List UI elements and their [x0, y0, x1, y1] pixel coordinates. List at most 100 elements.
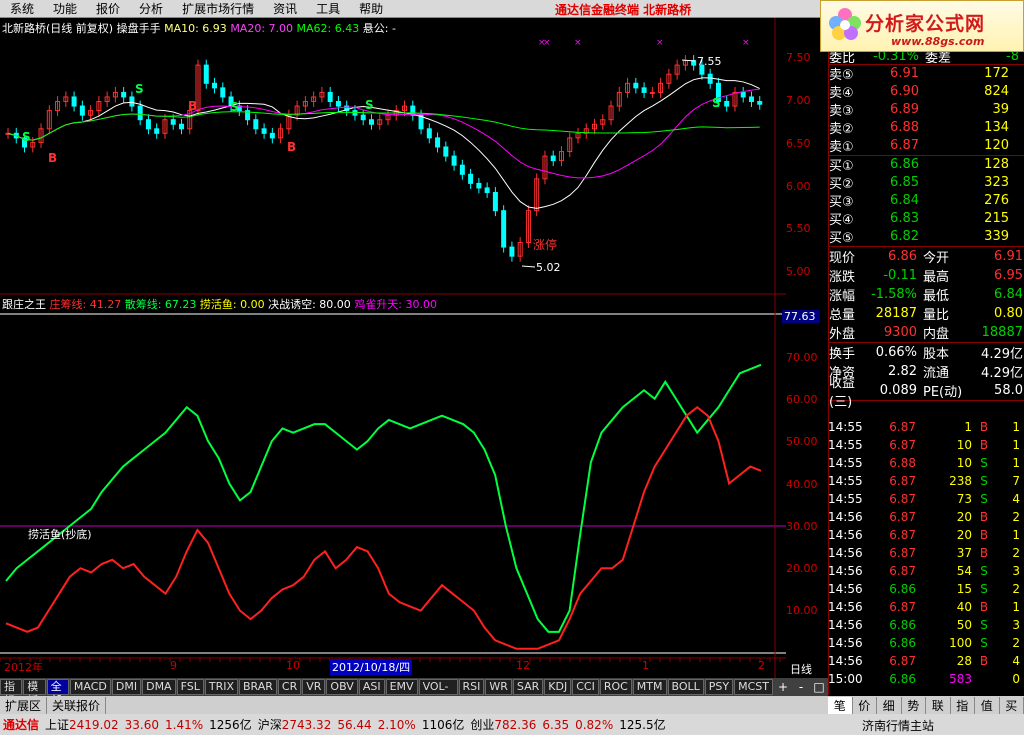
indicator-tab-rsi[interactable]: RSI [458, 679, 485, 695]
kline-chart[interactable]: SBSB SBS S×× × × ×7.555.02涨停捞活鱼(抄底) [0, 18, 786, 678]
candle-body [145, 119, 151, 130]
price-axis: 7.50 7.00 6.50 6.00 5.50 5.00 77.63 70.0… [782, 18, 828, 678]
tick-row[interactable]: 14:55 6.87 238 S 7 [828, 472, 1024, 490]
indicator-tab-vol-tdx[interactable]: VOL-TDX [418, 679, 458, 707]
right-tab-6[interactable]: 值 [975, 696, 1000, 714]
stat-value: 28187 [875, 306, 917, 321]
indicator-tab-macd[interactable]: MACD [69, 679, 111, 695]
indicator-tab-kdj[interactable]: KDJ [544, 679, 572, 695]
cy-label[interactable]: 创业 [470, 716, 494, 733]
tab-related-quote[interactable]: 关联报价 [47, 696, 107, 714]
tick-row[interactable]: 14:56 6.87 20 B 2 [828, 508, 1024, 526]
stat-value: 0.80 [994, 306, 1023, 321]
indicator-tab-fsl[interactable]: FSL [176, 679, 204, 695]
candle-body [170, 119, 176, 125]
tick-row[interactable]: 14:56 6.86 15 S 2 [828, 580, 1024, 598]
bid-row[interactable]: 买② 6.85 323 [829, 174, 1024, 192]
indicator-tab-roc[interactable]: ROC [599, 679, 632, 695]
indicator-tab-asi[interactable]: ASI [358, 679, 385, 695]
right-tab-7[interactable]: 买 [1000, 696, 1024, 714]
tick-row[interactable]: 14:56 6.87 37 B 2 [828, 544, 1024, 562]
axis-label: 6.50 [786, 137, 811, 150]
tick-row[interactable]: 15:00 6.86 583 0 [828, 670, 1024, 688]
tick-row[interactable]: 14:56 6.87 20 B 1 [828, 526, 1024, 544]
bid-row[interactable]: 买⑤ 6.82 339 [829, 228, 1024, 246]
bid-row[interactable]: 买③ 6.84 276 [829, 192, 1024, 210]
tick-row[interactable]: 14:55 6.87 1 B 1 [828, 418, 1024, 436]
right-tab-4[interactable]: 联 [926, 696, 951, 714]
chart-area[interactable]: S B S B S B S S × × × × × 7.55 5.02 涨停 捞活鱼(抄底) 北新路桥(日线 前… [0, 18, 786, 678]
indicator-tab-dmi[interactable]: DMI [111, 679, 142, 695]
indicator-tab-mcst[interactable]: MCST [734, 679, 773, 695]
date-tick: 10 [286, 659, 300, 672]
indicator-tab-mtm[interactable]: MTM [632, 679, 667, 695]
sz-label[interactable]: 沪深 [258, 716, 282, 733]
candle-body [71, 96, 77, 107]
tick-row[interactable]: 14:55 6.87 10 B 1 [828, 436, 1024, 454]
tick-row[interactable]: 14:56 6.86 100 S 2 [828, 634, 1024, 652]
tick-row[interactable]: 14:56 6.87 28 B 4 [828, 652, 1024, 670]
ask-row[interactable]: 卖③ 6.89 39 [829, 101, 1024, 119]
right-tab-3[interactable]: 势 [902, 696, 926, 714]
menu-news[interactable]: 资讯 [263, 0, 306, 17]
menu-tools[interactable]: 工具 [306, 0, 349, 17]
menu-function[interactable]: 功能 [43, 0, 86, 17]
right-tab-1[interactable]: 价 [853, 696, 877, 714]
indicator-tab-obv[interactable]: OBV [326, 679, 358, 695]
bid-row[interactable]: 买① 6.86 128 [829, 156, 1024, 174]
ask-row[interactable]: 卖① 6.87 120 [829, 137, 1024, 155]
tick-row[interactable]: 14:55 6.87 73 S 4 [828, 490, 1024, 508]
indicator-tab-cci[interactable]: CCI [572, 679, 599, 695]
date-tick: 2 [758, 659, 765, 672]
tick-row[interactable]: 14:56 6.87 54 S 3 [828, 562, 1024, 580]
indicator-tab-vr[interactable]: VR [302, 679, 326, 695]
indicator-tab-cr[interactable]: CR [277, 679, 302, 695]
indicator-tab-wr[interactable]: WR [485, 679, 512, 695]
indicator-tab-boll[interactable]: BOLL [667, 679, 704, 695]
indicator-tab-brar[interactable]: BRAR [239, 679, 277, 695]
menu-help[interactable]: 帮助 [349, 0, 392, 17]
fullscreen-button[interactable]: □ [810, 680, 828, 694]
axis-label: 7.50 [786, 51, 811, 64]
right-tab-2[interactable]: 细 [877, 696, 902, 714]
menu-quote[interactable]: 报价 [86, 0, 129, 17]
menu-system[interactable]: 系统 [0, 0, 43, 17]
ask-row[interactable]: 卖④ 6.90 824 [829, 83, 1024, 101]
stat-value: 58.0 [994, 383, 1023, 398]
right-tab-0[interactable]: 笔 [828, 696, 853, 714]
level-label: 卖⑤ [829, 68, 854, 83]
sh-label[interactable]: 上证 [45, 716, 69, 733]
menu-ext-market[interactable]: 扩展市场行情 [172, 0, 263, 17]
stat-key: 股本 [923, 347, 950, 362]
tick-list[interactable]: 14:55 6.87 1 B 1 14:55 6.87 10 B 1 14:55 6.88 10 S 1 14… [828, 418, 1024, 688]
indicator-tab-emv[interactable]: EMV [385, 679, 418, 695]
indicator-tab-dma[interactable]: DMA [142, 679, 176, 695]
bid-row[interactable]: 买④ 6.83 215 [829, 210, 1024, 228]
zoom-in-button[interactable]: + [774, 680, 792, 694]
menu-analysis[interactable]: 分析 [129, 0, 172, 17]
indicator-tab-指标[interactable]: 指标 [0, 679, 23, 707]
period-label[interactable]: 日线 [790, 661, 832, 677]
station-name[interactable]: 济南行情主站 [862, 717, 934, 734]
juezhan-label: 决战诱空: 80.00 [268, 298, 351, 311]
candle-body [220, 87, 226, 98]
indicator-tab-trix[interactable]: TRIX [204, 679, 238, 695]
stat-row: 现价 6.86 今开 6.91 [829, 247, 1024, 266]
tick-row[interactable]: 14:56 6.86 50 S 3 [828, 616, 1024, 634]
stat-row: 外盘 9300 内盘 18887 [829, 323, 1024, 342]
ask-row[interactable]: 卖② 6.88 134 [829, 119, 1024, 137]
right-tab-5[interactable]: 指 [951, 696, 975, 714]
tick-row[interactable]: 14:56 6.87 40 B 1 [828, 598, 1024, 616]
indicator-tab-psy[interactable]: PSY [704, 679, 734, 695]
tab-extension-area[interactable]: 扩展区 [0, 696, 48, 714]
tick-row[interactable]: 14:55 6.88 10 S 1 [828, 454, 1024, 472]
ma20-label: MA20: 7.00 [230, 22, 294, 35]
indicator-tab-sar[interactable]: SAR [512, 679, 544, 695]
ask-row[interactable]: 卖⑤ 6.91 172 [829, 65, 1024, 83]
tick-volume: 10 [956, 456, 972, 470]
candle-body [443, 146, 449, 157]
zoom-out-button[interactable]: - [792, 680, 810, 694]
low-pointer [521, 265, 536, 268]
indicator-tab-模板[interactable]: 模板 [23, 679, 46, 707]
indicator-tab-全部[interactable]: 全部 [46, 679, 69, 707]
